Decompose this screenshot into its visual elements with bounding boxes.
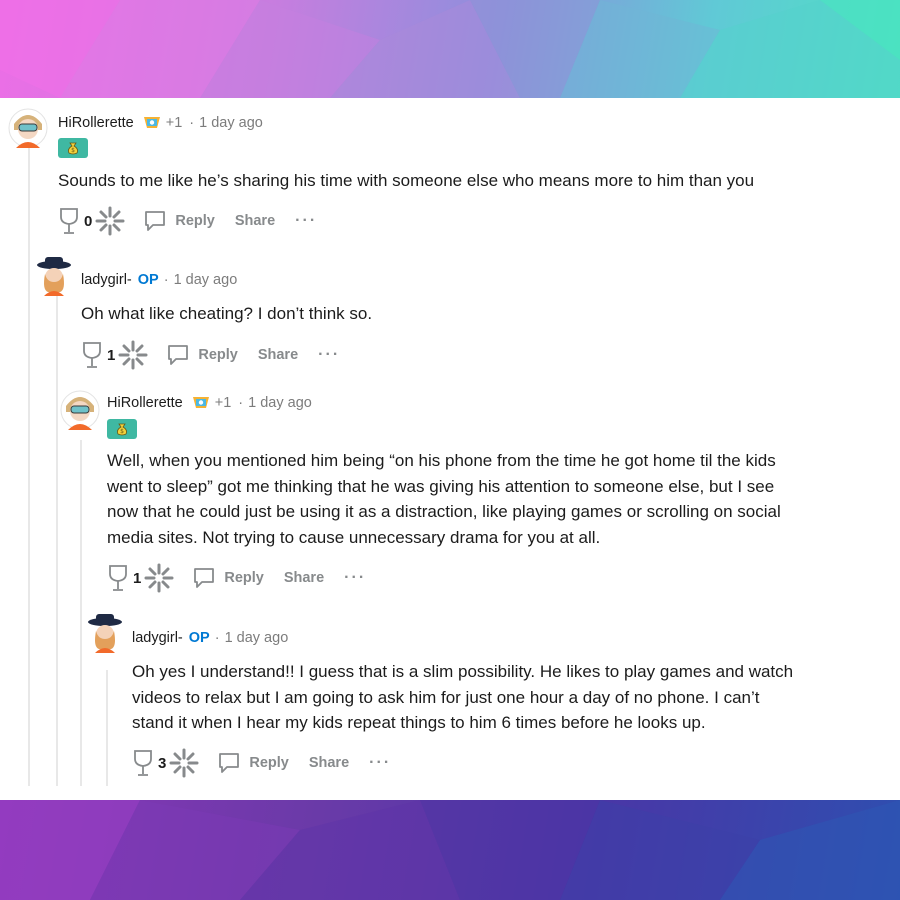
thread-line-level-2[interactable] [56, 294, 58, 786]
user-flair: $ [107, 419, 137, 439]
vote-count: 0 [84, 212, 93, 230]
timestamp[interactable]: 1 day ago [248, 395, 312, 411]
downvote-icon[interactable] [144, 563, 174, 593]
comment-body: Sounds to me like he’s sharing his time … [58, 171, 755, 190]
comment-body: Well, when you mentioned him being “on h… [107, 448, 887, 550]
more-options-button[interactable]: ··· [318, 346, 340, 364]
separator: · [214, 630, 220, 646]
comment-body-line: videos to relax but I am going to ask hi… [132, 687, 760, 707]
author-name[interactable]: ladygirl- [81, 272, 132, 288]
author-name[interactable]: HiRollerette [58, 115, 134, 131]
vote-count: 1 [133, 569, 142, 587]
reply-button[interactable]: Reply [143, 209, 215, 233]
reply-label: Reply [224, 570, 264, 586]
low-poly-pattern [0, 0, 900, 98]
achievement-icon [192, 397, 209, 408]
achievement-icon [143, 117, 160, 128]
reply-button[interactable]: Reply [166, 343, 238, 367]
op-badge: OP [188, 630, 210, 646]
avatar-hirollerette[interactable] [60, 390, 100, 430]
share-button[interactable]: Share [284, 570, 324, 586]
karma-badge: +1 [214, 395, 232, 411]
comment-body: Oh what like cheating? I don’t think so. [81, 304, 373, 323]
upvote-icon[interactable] [132, 749, 154, 777]
karma-badge: +1 [165, 115, 183, 131]
author-name[interactable]: HiRollerette [107, 395, 183, 411]
reply-label: Reply [198, 347, 238, 363]
reply-button[interactable]: Reply [217, 751, 289, 775]
timestamp[interactable]: 1 day ago [225, 630, 289, 646]
reply-bubble-icon [194, 568, 215, 588]
vote-count: 1 [107, 346, 116, 364]
share-button[interactable]: Share [258, 347, 298, 363]
comment-body-line: now that he could just be using it as a … [107, 502, 781, 521]
downvote-icon[interactable] [169, 748, 199, 778]
background-top [0, 0, 900, 98]
low-poly-pattern [0, 800, 900, 900]
thread-line-level-4[interactable] [106, 670, 108, 786]
user-flair: $ [58, 138, 88, 158]
separator: · [189, 115, 195, 131]
comment-2-meta: ladygirl- OP · 1 day ago [81, 272, 237, 288]
upvote-icon[interactable] [58, 207, 80, 235]
author-name[interactable]: ladygirl- [132, 630, 183, 646]
vote-count: 3 [158, 754, 167, 772]
comment-body: Oh yes I understand!! I guess that is a … [132, 659, 892, 736]
separator: · [238, 395, 244, 411]
share-button[interactable]: Share [309, 755, 349, 771]
share-button[interactable]: Share [235, 213, 275, 229]
comment-actions: 1 Reply Share ··· [81, 340, 340, 370]
reply-bubble-icon [219, 753, 240, 773]
comment-thread-card: HiRollerette +1 · 1 day ago $ Sounds to … [0, 98, 900, 800]
reply-bubble-icon [168, 345, 189, 365]
comment-3-meta: HiRollerette +1 · 1 day ago [107, 394, 312, 412]
comment-actions: 3 Reply Share ··· [132, 748, 391, 778]
downvote-icon[interactable] [95, 206, 125, 236]
timestamp[interactable]: 1 day ago [199, 115, 263, 131]
avatar-ladygirl[interactable] [34, 256, 74, 296]
comment-body-line: media sites. Not trying to cause unneces… [107, 527, 601, 547]
more-options-button[interactable]: ··· [295, 212, 317, 230]
comment-body-line: Well, when you mentioned him being “on h… [107, 451, 776, 470]
more-options-button[interactable]: ··· [344, 569, 366, 587]
more-options-button[interactable]: ··· [369, 754, 391, 772]
svg-text:$: $ [71, 147, 75, 154]
thread-line-level-3[interactable] [80, 440, 82, 786]
comment-4-meta: ladygirl- OP · 1 day ago [132, 630, 288, 646]
money-bag-icon: $ [117, 423, 127, 436]
upvote-icon[interactable] [81, 341, 103, 369]
comment-actions: 0 Reply Share ··· [58, 206, 317, 236]
background-bottom [0, 800, 900, 900]
downvote-icon[interactable] [118, 340, 148, 370]
op-badge: OP [137, 272, 159, 288]
comment-body-line: Oh yes I understand!! I guess that is a … [132, 662, 794, 681]
upvote-icon[interactable] [107, 564, 129, 592]
comment-body-line: stand it when I hear my kids repeat thin… [132, 713, 706, 732]
avatar-hirollerette[interactable] [8, 108, 48, 148]
reply-label: Reply [249, 755, 289, 771]
avatar-ladygirl[interactable] [85, 613, 125, 653]
reply-button[interactable]: Reply [192, 566, 264, 590]
comment-body-line: went to sleep” got me thinking that he w… [107, 476, 775, 496]
comment-actions: 1 Reply Share ··· [107, 563, 366, 593]
separator: · [163, 272, 169, 288]
timestamp[interactable]: 1 day ago [174, 272, 238, 288]
money-bag-icon: $ [68, 142, 78, 155]
reply-bubble-icon [145, 211, 166, 231]
thread-line-level-1[interactable] [28, 146, 30, 786]
reply-label: Reply [175, 213, 215, 229]
svg-text:$: $ [120, 428, 124, 435]
comment-1-meta: HiRollerette +1 · 1 day ago [58, 114, 263, 132]
